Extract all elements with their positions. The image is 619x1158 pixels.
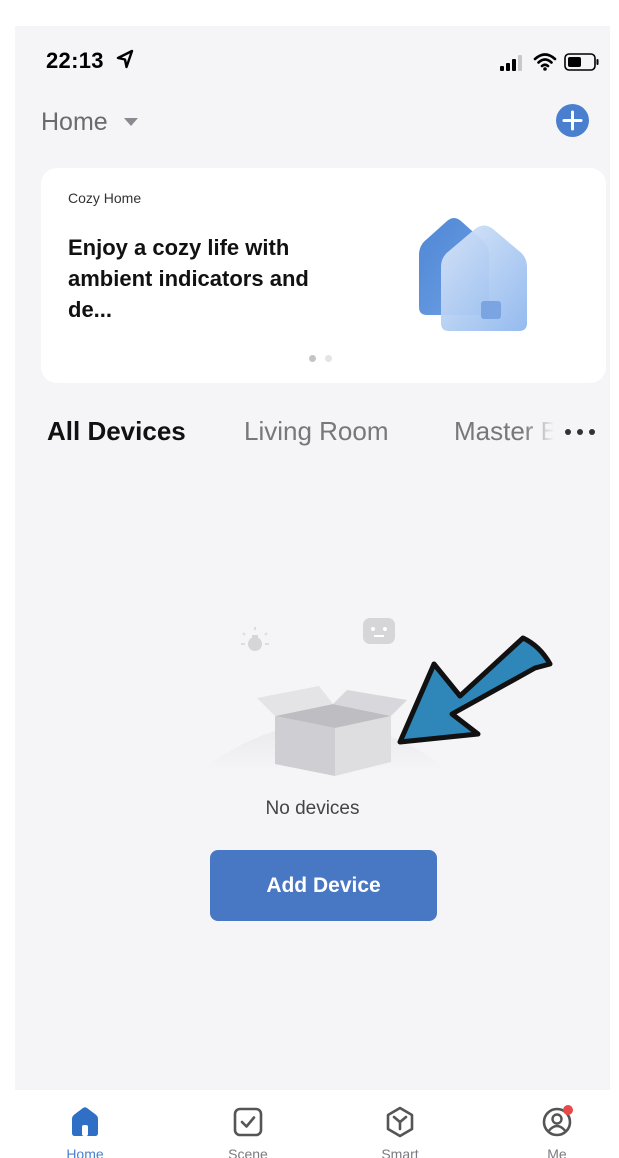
notification-badge xyxy=(563,1105,573,1115)
empty-state-message: No devices xyxy=(265,798,360,819)
houses-illustration xyxy=(419,218,527,331)
wifi-icon xyxy=(533,53,557,71)
home-title: Home xyxy=(41,108,108,136)
bottom-tab-bar: Home Scene Smart Me xyxy=(15,1090,610,1158)
tabbar-item-me[interactable]: Me xyxy=(512,1090,602,1158)
lightbulb-icon xyxy=(241,627,269,651)
cellular-signal-icon xyxy=(500,55,522,71)
home-icon xyxy=(72,1107,98,1136)
caret-down-icon xyxy=(124,118,138,126)
status-time: 22:13 xyxy=(46,48,104,73)
battery-icon xyxy=(564,53,599,71)
annotation-arrow-icon xyxy=(397,635,553,745)
tabbar-item-smart[interactable]: Smart xyxy=(355,1090,445,1158)
tabbar-label-smart: Smart xyxy=(381,1146,419,1158)
tab-all-devices[interactable]: All Devices xyxy=(47,416,186,447)
tabbar-item-home[interactable]: Home xyxy=(40,1090,130,1158)
tabbar-label-me: Me xyxy=(547,1146,567,1158)
banner-headline: Enjoy a cozy life with ambient indicator… xyxy=(68,235,309,322)
status-bar: 22:13 xyxy=(15,26,610,90)
page-dot xyxy=(325,355,332,362)
add-device-button[interactable]: Add Device xyxy=(210,850,437,921)
smart-cube-icon xyxy=(386,1106,414,1138)
more-dots-icon[interactable] xyxy=(564,428,596,436)
banner-kicker: Cozy Home xyxy=(68,190,142,206)
tabbar-item-scene[interactable]: Scene xyxy=(203,1090,293,1158)
profile-icon xyxy=(542,1105,573,1137)
promo-banner[interactable]: Cozy Home Enjoy a cozy life with ambient… xyxy=(41,168,606,383)
checkbox-icon xyxy=(233,1107,263,1137)
tabbar-label-home: Home xyxy=(66,1146,104,1158)
tab-master-bedroom[interactable]: Master B xyxy=(454,416,554,447)
tab-living-room[interactable]: Living Room xyxy=(244,416,389,447)
banner-page-indicator xyxy=(309,355,339,363)
plus-circle-icon xyxy=(562,110,583,131)
location-arrow-icon xyxy=(116,49,134,69)
add-button[interactable] xyxy=(556,104,589,137)
page-dot-active xyxy=(309,355,316,362)
app-screen: 22:13 Home Cozy Home Enjoy a cozy life w… xyxy=(15,26,610,1158)
tabbar-label-scene: Scene xyxy=(228,1146,268,1158)
